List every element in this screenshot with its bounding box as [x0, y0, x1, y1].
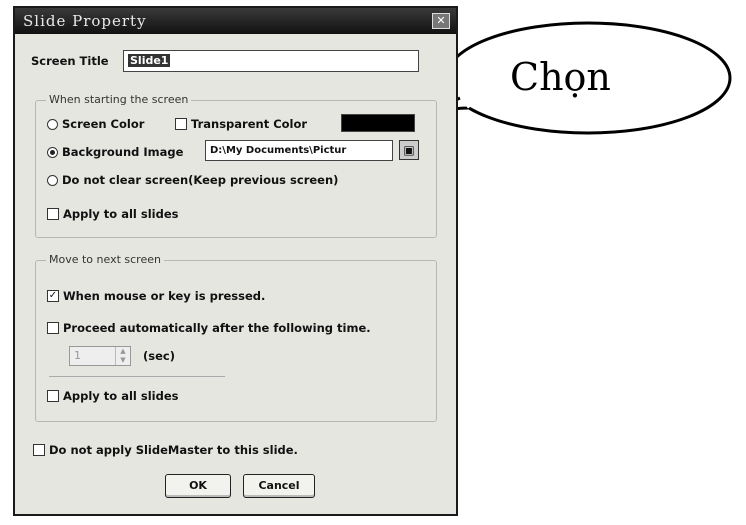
callout-text: Chọn [510, 55, 611, 99]
ok-button[interactable]: OK [165, 474, 231, 498]
time-unit-label: (sec) [143, 349, 175, 363]
next-screen-legend: Move to next screen [46, 253, 164, 266]
screen-title-value: Slide1 [128, 54, 171, 67]
apply-all-starting-checkbox[interactable] [47, 208, 59, 220]
apply-all-starting-label: Apply to all slides [63, 207, 179, 221]
auto-proceed-checkbox[interactable] [47, 322, 59, 334]
background-image-radio[interactable] [47, 146, 58, 158]
apply-all-next-checkbox[interactable] [47, 390, 59, 402]
screen-title-label: Screen Title [31, 54, 109, 68]
background-image-label: Background Image [62, 145, 184, 159]
time-spinner[interactable]: 1 ▲ ▼ [69, 346, 131, 366]
mouse-or-key-label: When mouse or key is pressed. [63, 289, 266, 303]
transparent-color-checkbox[interactable] [175, 118, 187, 130]
background-path-input[interactable]: D:\My Documents\Pictur [205, 140, 393, 161]
folder-icon[interactable]: ▣ [399, 140, 419, 160]
no-slidemaster-checkbox[interactable] [33, 444, 45, 456]
mouse-or-key-checkbox[interactable]: ✓ [47, 290, 59, 302]
close-icon[interactable]: ✕ [432, 13, 450, 29]
transparent-color-label: Transparent Color [191, 117, 308, 131]
cancel-button[interactable]: Cancel [243, 474, 315, 498]
divider [49, 376, 225, 377]
apply-all-next-label: Apply to all slides [63, 389, 179, 403]
screen-color-label: Screen Color [62, 117, 145, 131]
auto-proceed-label: Proceed automatically after the followin… [63, 321, 371, 335]
time-value: 1 [74, 349, 81, 362]
dialog-title: Slide Property [15, 8, 456, 34]
no-slidemaster-label: Do not apply SlideMaster to this slide. [49, 443, 298, 457]
starting-screen-legend: When starting the screen [46, 93, 192, 106]
spinner-arrows-icon[interactable]: ▲ ▼ [115, 347, 130, 365]
screen-title-input[interactable]: Slide1 [123, 50, 419, 72]
slide-property-dialog: Slide Property ✕ Screen Title Slide1 Whe… [13, 6, 458, 516]
color-swatch-button[interactable] [341, 114, 415, 132]
do-not-clear-radio[interactable] [47, 174, 58, 186]
do-not-clear-label: Do not clear screen(Keep previous screen… [62, 173, 339, 187]
screen-color-radio[interactable] [47, 118, 58, 130]
